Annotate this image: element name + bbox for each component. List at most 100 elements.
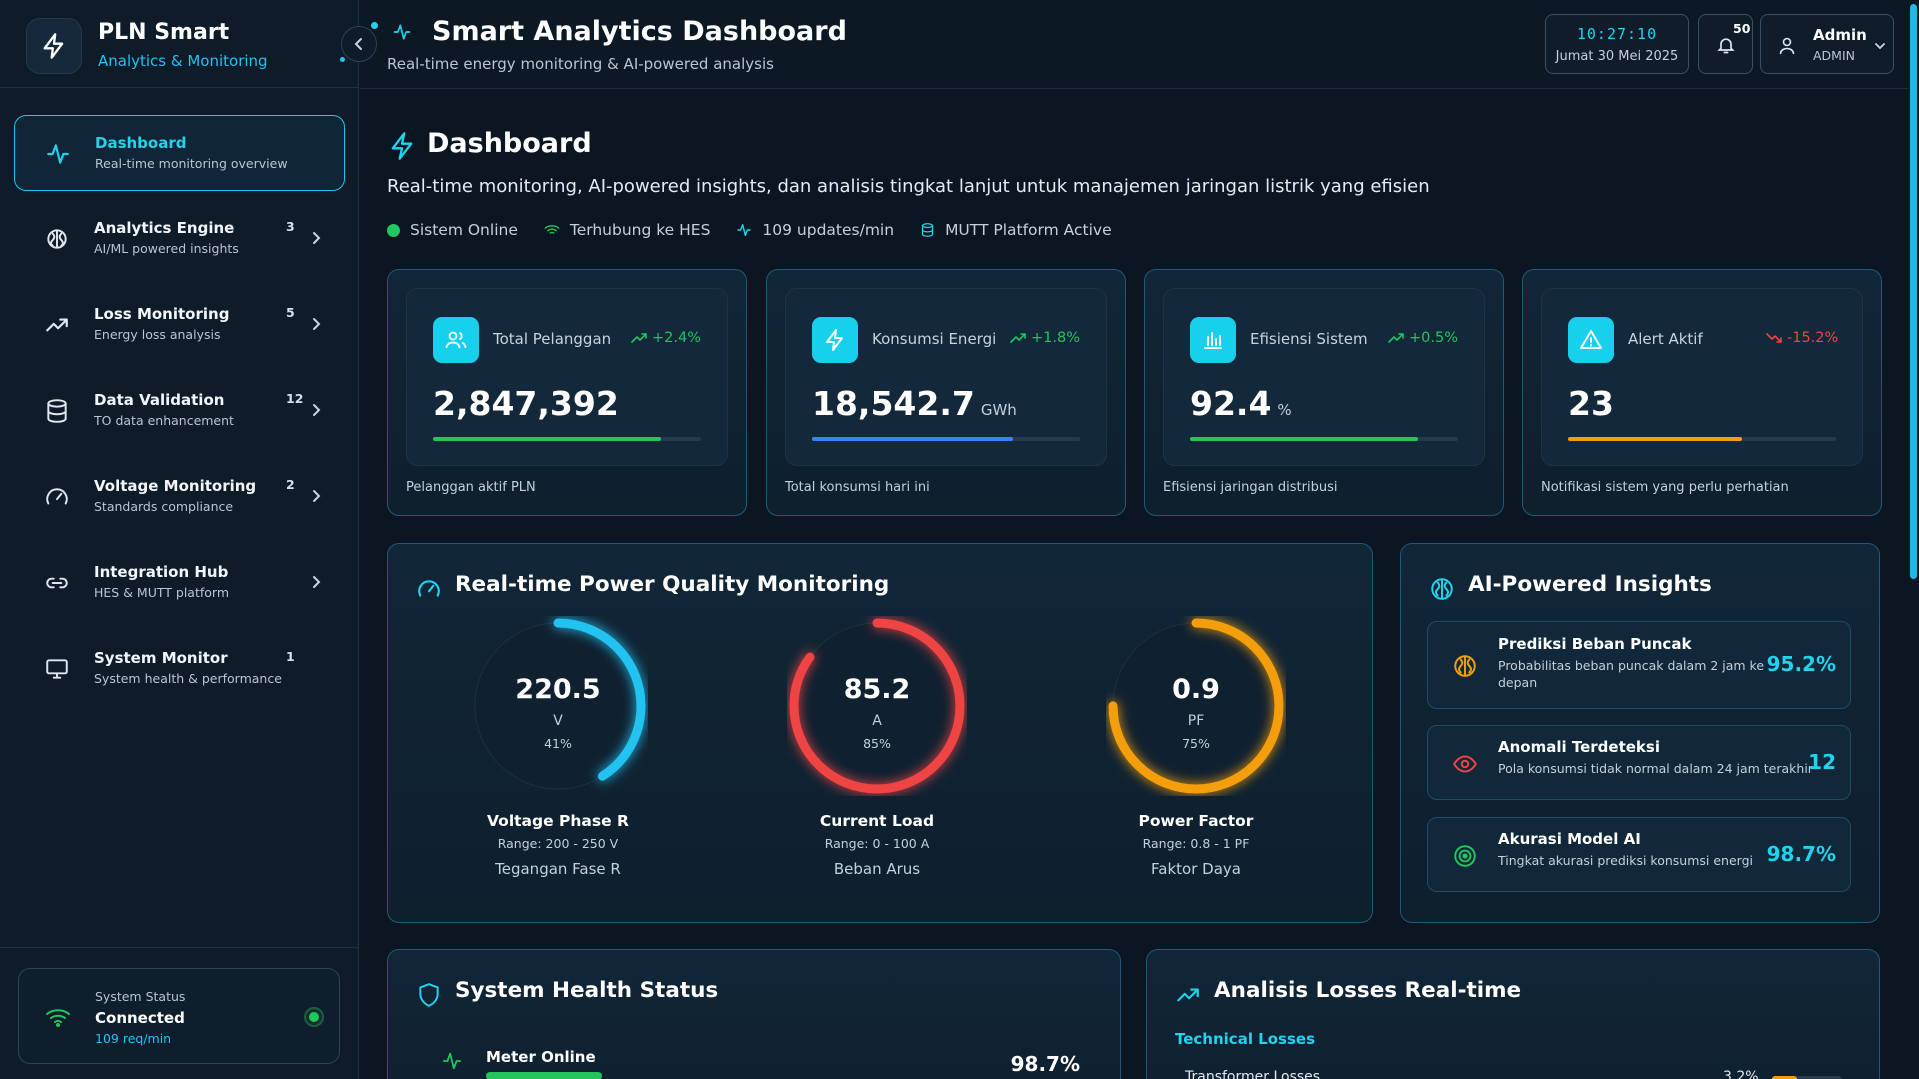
kpi-footer: Total konsumsi hari ini <box>785 480 930 495</box>
insight-desc: Pola konsumsi tidak normal dalam 24 jam … <box>1498 761 1813 776</box>
gauge-ring <box>789 618 965 794</box>
sidebar-item-voltage-monitoring[interactable]: Voltage Monitoring Standards compliance … <box>14 459 345 535</box>
gauge-value: 85.2 <box>843 674 911 705</box>
sidebar-item-label: System Monitor <box>94 649 228 667</box>
gauge-voltage-phase-r: 220.5 V 41% Voltage Phase R Range: 200 -… <box>448 616 668 878</box>
kpi-progress-track <box>433 437 701 441</box>
page-scrollbar[interactable] <box>1908 0 1919 1079</box>
kpi-footer: Notifikasi sistem yang perlu perhatian <box>1541 480 1789 495</box>
sidebar-item-loss-monitoring[interactable]: Loss Monitoring Energy loss analysis 5 <box>14 287 345 363</box>
gauge-percent: 75% <box>1182 736 1210 751</box>
sidebar-nav: Dashboard Real-time monitoring overview … <box>14 115 345 717</box>
kpi-card-alert-aktif[interactable]: Alert Aktif -15.2% 23 Notifikasi sistem … <box>1522 269 1882 516</box>
clock-date: Jumat 30 Mei 2025 <box>1555 49 1679 64</box>
kpi-label: Efisiensi Sistem <box>1250 330 1368 348</box>
wifi-icon <box>46 1009 70 1027</box>
bolt-icon <box>812 317 858 363</box>
user-icon <box>1779 37 1795 55</box>
loss-row-label: Transformer Losses <box>1185 1069 1321 1079</box>
sidebar-item-label: Loss Monitoring <box>94 305 230 323</box>
kpi-trend: +0.5% <box>1388 330 1458 346</box>
gauge-range: Range: 0.8 - 1 PF <box>1142 836 1250 851</box>
sidebar-item-badge: 3 <box>286 219 295 234</box>
chevron-down-icon <box>1875 43 1885 50</box>
activity-icon <box>47 144 69 164</box>
kpi-value: 2,847,392 <box>433 384 619 423</box>
insight-akurasi-model-ai[interactable]: Akurasi Model AI Tingkat akurasi prediks… <box>1427 817 1851 892</box>
sidebar-item-label: Dashboard <box>95 134 187 152</box>
gauge-icon <box>46 488 68 505</box>
system-status-rate: 109 req/min <box>95 1031 172 1046</box>
panel-title: Real-time Power Quality Monitoring <box>455 572 890 597</box>
monitor-icon <box>46 659 68 679</box>
sidebar-item-integration-hub[interactable]: Integration Hub HES & MUTT platform <box>14 545 345 621</box>
activity-icon <box>442 1052 462 1070</box>
activity-icon <box>393 24 411 40</box>
notifications-button[interactable]: 50 <box>1698 14 1753 74</box>
chevron-right-icon <box>313 232 321 244</box>
kpi-footer: Pelanggan aktif PLN <box>406 480 536 495</box>
kpi-card-total-pelanggan[interactable]: Total Pelanggan +2.4% 2,847,392 Pelangga… <box>387 269 747 516</box>
target-icon <box>1454 845 1476 867</box>
kpi-card-efisiensi-sistem[interactable]: Efisiensi Sistem +0.5% 92.4% Efisiensi j… <box>1144 269 1504 516</box>
health-progress-track <box>486 1072 1046 1079</box>
clock-time: 10:27:10 <box>1576 25 1658 43</box>
gauge-icon <box>418 580 440 597</box>
brand-subtitle: Analytics & Monitoring <box>98 52 268 70</box>
bolt-icon <box>391 132 413 160</box>
chevron-right-icon <box>313 576 321 588</box>
scrollbar-thumb[interactable] <box>1910 4 1917 579</box>
gauge-subtitle: Beban Arus <box>833 860 921 878</box>
kpi-trend-value: +2.4% <box>652 330 701 346</box>
system-status-row: Sistem Online Terhubung ke HES 109 updat… <box>387 219 1138 241</box>
trend-up-icon <box>1010 333 1026 343</box>
sidebar-item-dashboard[interactable]: Dashboard Real-time monitoring overview <box>14 115 345 191</box>
status-item-label: 109 updates/min <box>762 221 895 239</box>
gauge-name: Voltage Phase R <box>487 812 629 830</box>
gauge-unit: A <box>872 713 882 729</box>
gauge-subtitle: Tegangan Fase R <box>495 860 621 878</box>
gauge-ring <box>470 618 646 794</box>
gauge-name: Power Factor <box>1138 812 1254 830</box>
gauge-ring <box>1108 618 1284 794</box>
brand-header: PLN Smart Analytics & Monitoring <box>0 0 359 88</box>
clock-widget: 10:27:10 Jumat 30 Mei 2025 <box>1545 14 1689 74</box>
kpi-value-number: 23 <box>1568 384 1614 423</box>
trend-down-icon <box>1766 333 1782 343</box>
main-content: Dashboard Real-time monitoring, AI-power… <box>360 89 1908 1079</box>
sidebar-item-analytics-engine[interactable]: Analytics Engine AI/ML powered insights … <box>14 201 345 277</box>
kpi-footer: Efisiensi jaringan distribusi <box>1163 480 1338 495</box>
sidebar-item-badge: 1 <box>286 649 295 664</box>
sidebar-item-badge: 12 <box>286 391 304 406</box>
brain-icon <box>47 229 67 249</box>
insight-prediksi-beban-puncak[interactable]: Prediksi Beban Puncak Probabilitas beban… <box>1427 621 1851 709</box>
kpi-progress-track <box>1568 437 1836 441</box>
user-menu-button[interactable]: Admin ADMIN <box>1760 14 1894 74</box>
indicator-dot <box>371 22 378 29</box>
chevron-right-icon <box>313 318 321 330</box>
kpi-card-body: Alert Aktif -15.2% 23 <box>1541 288 1863 466</box>
sidebar-item-label: Integration Hub <box>94 563 229 581</box>
status-item-label: MUTT Platform Active <box>945 221 1112 239</box>
status-item-hes: Terhubung ke HES <box>544 221 710 239</box>
kpi-card-body: Total Pelanggan +2.4% 2,847,392 <box>406 288 728 466</box>
kpi-unit: % <box>1277 401 1292 419</box>
online-dot-icon <box>387 223 400 237</box>
ai-insights-panel: AI-Powered Insights Prediksi Beban Punca… <box>1400 543 1880 923</box>
sidebar-footer: System Status Connected 109 req/min <box>0 947 359 1079</box>
status-item-label: Sistem Online <box>410 221 518 239</box>
gauge-unit: PF <box>1187 713 1205 729</box>
top-header: Smart Analytics Dashboard Real-time ener… <box>360 0 1919 89</box>
gauge-power-factor: 0.9 PF 75% Power Factor Range: 0.8 - 1 P… <box>1086 616 1306 878</box>
sidebar-item-system-monitor[interactable]: System Monitor System health & performan… <box>14 631 345 707</box>
kpi-card-konsumsi-energi[interactable]: Konsumsi Energi +1.8% 18,542.7 GWh Total … <box>766 269 1126 516</box>
insight-anomali-terdeteksi[interactable]: Anomali Terdeteksi Pola konsumsi tidak n… <box>1427 725 1851 800</box>
kpi-progress-track <box>812 437 1080 441</box>
kpi-progress-fill <box>1568 437 1743 441</box>
sidebar-item-desc: TO data enhancement <box>94 413 234 428</box>
insight-title: Prediksi Beban Puncak <box>1498 635 1692 653</box>
panel-title: AI-Powered Insights <box>1468 572 1712 597</box>
sidebar-item-data-validation[interactable]: Data Validation TO data enhancement 12 <box>14 373 345 449</box>
collapse-sidebar-button[interactable] <box>341 26 377 62</box>
kpi-trend-value: +0.5% <box>1409 330 1458 346</box>
